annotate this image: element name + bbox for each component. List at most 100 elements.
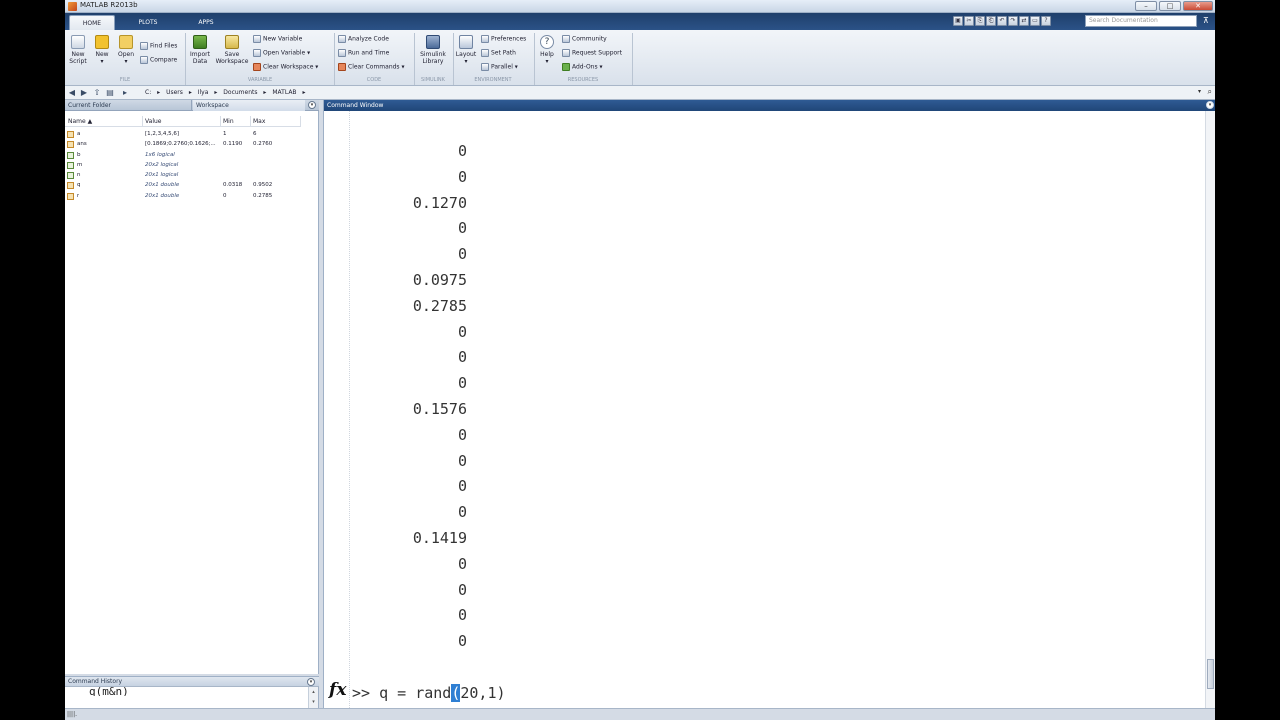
set-path-icon (481, 49, 489, 57)
undo-icon[interactable]: ↶ (997, 16, 1007, 26)
command-window-scrollbar[interactable] (1205, 111, 1215, 708)
table-row[interactable]: ans [0.1869;0.2760;0.1626;... 0.1190 0.2… (65, 139, 319, 149)
parallel-button[interactable]: Parallel ▾ (481, 63, 518, 72)
output-value: 0 (457, 554, 467, 573)
tab-current-folder[interactable]: Current Folder (65, 100, 192, 111)
command-window-title: Command Window ▾ (324, 100, 1215, 111)
clear-commands-button[interactable]: Clear Commands ▾ (338, 63, 404, 72)
column-header-max[interactable]: Max (253, 118, 265, 125)
up-folder-icon[interactable]: ⇧ (92, 88, 102, 97)
window-controls: – □ ✕ (1135, 1, 1213, 11)
column-header-value[interactable]: Value (145, 118, 161, 125)
panel-options-icon[interactable]: ▾ (1206, 101, 1214, 109)
column-divider[interactable] (300, 116, 301, 127)
preferences-button[interactable]: Preferences (481, 35, 526, 44)
output-value: 0 (457, 142, 467, 160)
breadcrumb-sep: ▸ (302, 89, 306, 96)
column-divider[interactable] (220, 116, 221, 127)
column-header-name[interactable]: Name ▲ (68, 118, 92, 125)
layout-button[interactable]: Layout ▾ (455, 35, 477, 65)
cut-icon[interactable]: ✂ (964, 16, 974, 26)
add-ons-icon (562, 63, 570, 71)
address-dropdown-icon[interactable]: ▾ (1198, 88, 1201, 95)
import-data-button[interactable]: Import Data (189, 35, 211, 65)
title-bar: MATLAB R2013b – □ ✕ (65, 0, 1215, 13)
find-files-button[interactable]: Find Files (140, 42, 177, 51)
tab-workspace[interactable]: Workspace (193, 100, 305, 111)
simulink-library-button[interactable]: Simulink Library (419, 35, 447, 65)
logical-check-icon (67, 161, 74, 169)
output-value: 0 (457, 348, 467, 367)
history-scrollbar[interactable]: ▴ ▾ (308, 687, 318, 708)
table-row[interactable]: q 20x1 double 0.0318 0.9502 (65, 180, 319, 190)
run-and-time-button[interactable]: Run and Time (338, 49, 389, 58)
breadcrumb-sep: ▸ (157, 89, 161, 96)
search-documentation-input[interactable]: Search Documentation (1085, 15, 1197, 27)
tab-apps[interactable]: APPS (181, 15, 231, 30)
switch-windows-icon[interactable]: ⇄ (1019, 16, 1029, 26)
table-row[interactable]: r 20x1 double 0 0.2785 (65, 191, 319, 201)
left-panel-tabs: Current Folder Workspace ▾ (65, 100, 319, 111)
layout-icon[interactable]: ▭ (1030, 16, 1040, 26)
request-support-button[interactable]: Request Support (562, 49, 622, 58)
paste-icon[interactable]: ⎗ (986, 16, 996, 26)
new-variable-button[interactable]: New Variable (253, 35, 302, 44)
output-value: 0 (457, 503, 467, 522)
close-button[interactable]: ✕ (1183, 1, 1213, 11)
command-prompt-input[interactable]: >> q = rand(20,1) (352, 683, 506, 703)
breadcrumb-item[interactable]: MATLAB (272, 89, 296, 96)
folder-path-icon: ▸ (122, 88, 127, 97)
back-arrow-icon[interactable]: ◀ (67, 88, 77, 97)
scrollbar-thumb[interactable] (1207, 659, 1214, 689)
table-row[interactable]: m 20x2 logical (65, 160, 319, 170)
search-icon[interactable]: ⌕ (1208, 87, 1212, 97)
analyze-code-button[interactable]: Analyze Code (338, 35, 389, 44)
breadcrumb-item[interactable]: Users (166, 89, 183, 96)
add-ons-button[interactable]: Add-Ons ▾ (562, 63, 603, 72)
matlab-window: MATLAB R2013b – □ ✕ HOME PLOTS APPS ▣ ✂ … (65, 0, 1215, 720)
panel-options-icon[interactable]: ▾ (307, 678, 315, 686)
open-variable-button[interactable]: Open Variable ▾ (253, 49, 310, 58)
matrix-icon (67, 141, 74, 149)
column-header-min[interactable]: Min (223, 118, 234, 125)
pin-toolstrip-icon[interactable]: ⊼ (1203, 16, 1212, 26)
redo-icon[interactable]: ↷ (1008, 16, 1018, 26)
breadcrumb[interactable]: C: ▸ Users ▸ Ilya ▸ Documents ▸ MATLAB ▸ (145, 88, 309, 97)
table-row[interactable]: n 20x1 logical (65, 170, 319, 180)
save-workspace-button[interactable]: Save Workspace (215, 35, 249, 65)
column-divider[interactable] (250, 116, 251, 127)
forward-arrow-icon[interactable]: ▶ (79, 88, 89, 97)
command-window[interactable]: Command Window ▾ 0 0 0.1270 0 0 0.0975 0.2785 0… (323, 100, 1215, 708)
toolstrip-home: New Script New ▾ Open ▾ Find Files Compare… (65, 30, 1215, 86)
set-path-button[interactable]: Set Path (481, 49, 516, 58)
compare-button[interactable]: Compare (140, 56, 177, 65)
help-button[interactable]: ? Help ▾ (537, 35, 557, 65)
maximize-button[interactable]: □ (1159, 1, 1181, 11)
help-icon[interactable]: ? (1041, 16, 1051, 26)
save-icon[interactable]: ▣ (953, 16, 963, 26)
section-file-label: FILE (119, 77, 131, 83)
panel-options-icon[interactable]: ▾ (308, 101, 316, 109)
tab-plots[interactable]: PLOTS (123, 15, 173, 30)
breadcrumb-item[interactable]: Documents (223, 89, 257, 96)
output-value: 0 (457, 374, 467, 393)
browse-folder-icon[interactable]: ▤ (105, 88, 115, 97)
tab-home[interactable]: HOME (69, 15, 115, 30)
open-button[interactable]: Open ▾ (116, 35, 136, 65)
breadcrumb-item[interactable]: Ilya (198, 89, 209, 96)
clear-workspace-button[interactable]: Clear Workspace ▾ (253, 63, 318, 72)
history-entry[interactable]: q(m&n) (89, 686, 129, 696)
column-divider[interactable] (142, 116, 143, 127)
table-row[interactable]: b 1x6 logical (65, 150, 319, 160)
copy-icon[interactable]: ⎘ (975, 16, 985, 26)
request-support-icon (562, 49, 570, 57)
minimize-button[interactable]: – (1135, 1, 1157, 11)
function-browser-icon[interactable]: fx (329, 680, 346, 700)
new-script-button[interactable]: New Script (68, 35, 88, 65)
breadcrumb-item[interactable]: C: (145, 89, 151, 96)
community-button[interactable]: Community (562, 35, 607, 44)
simulink-icon (426, 35, 440, 49)
new-button[interactable]: New ▾ (92, 35, 112, 65)
table-row[interactable]: a [1,2,3,4,5,6] 1 6 (65, 129, 319, 139)
help-icon: ? (540, 35, 554, 49)
